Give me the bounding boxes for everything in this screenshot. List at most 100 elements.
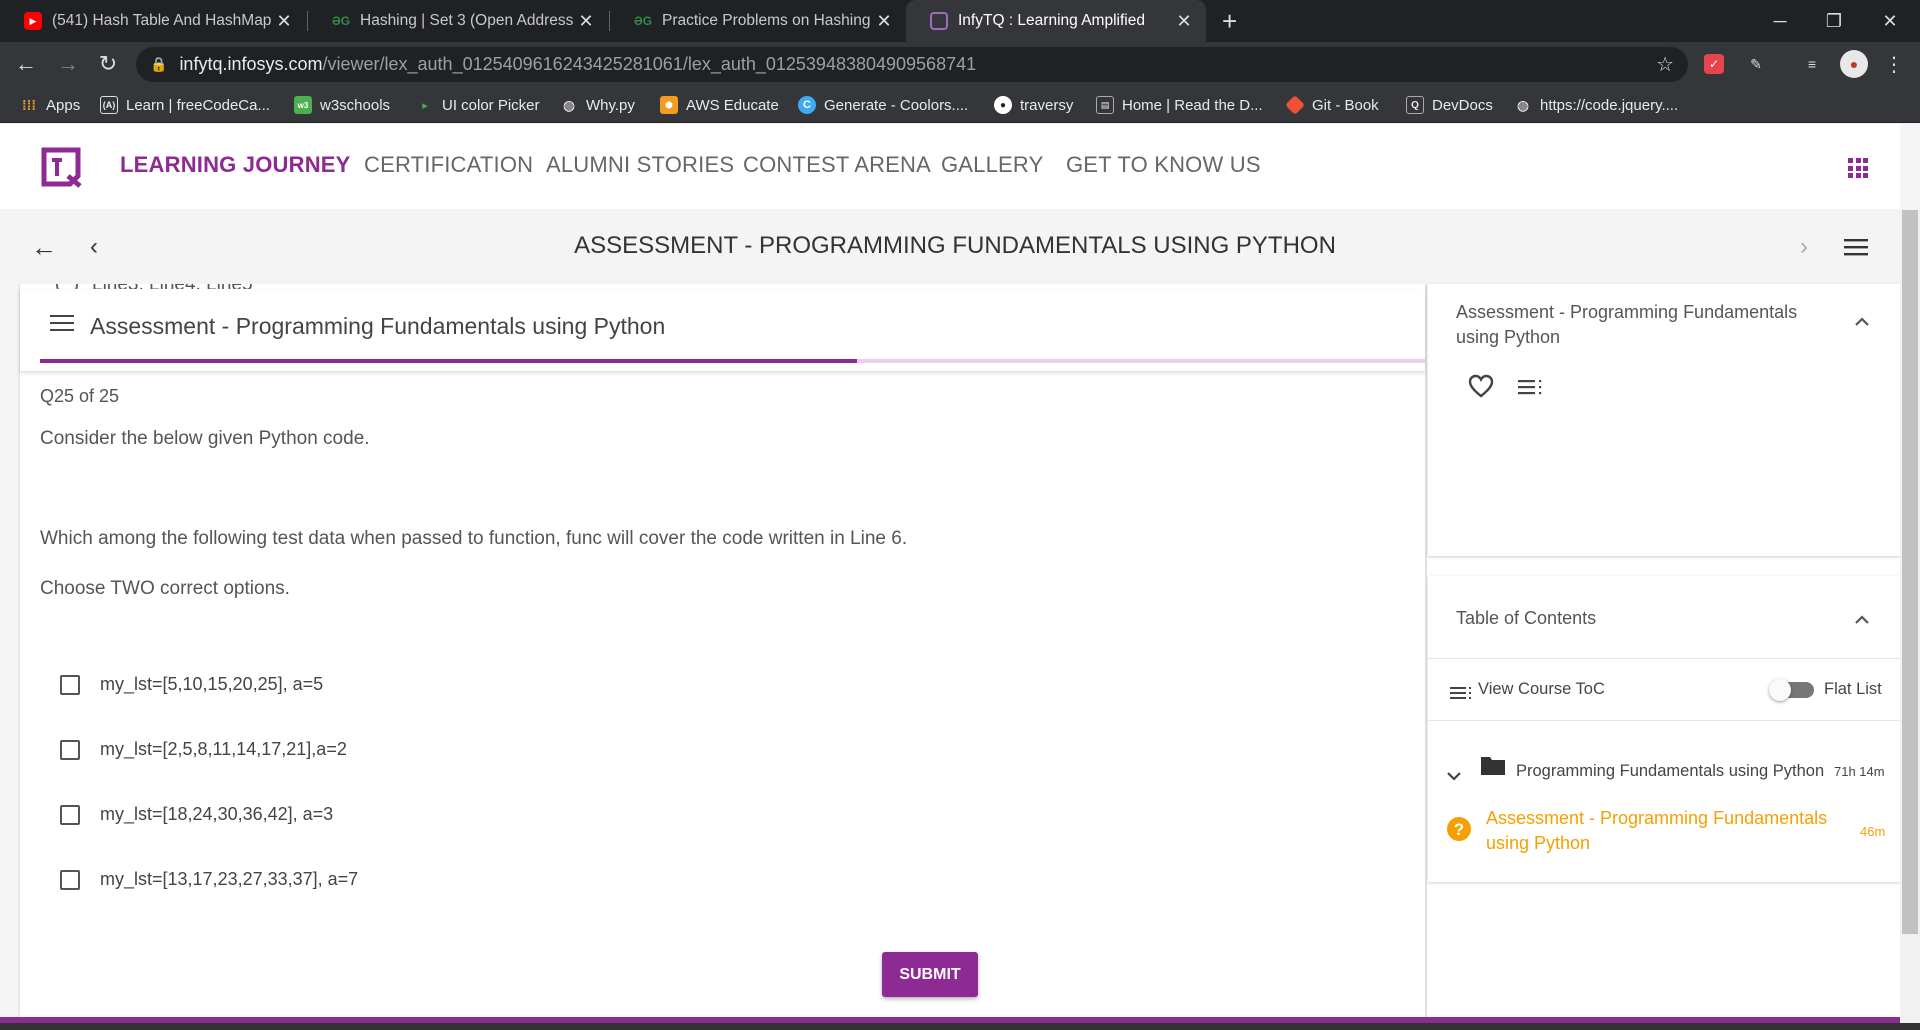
minimize-button[interactable]: ─ xyxy=(1752,0,1808,42)
pocket-extension-icon[interactable]: ✓ xyxy=(1704,54,1724,74)
tab-title: Practice Problems on Hashing - G xyxy=(662,12,872,29)
toc-item-duration: 46m xyxy=(1860,824,1886,839)
table-of-contents-card: Table of Contents View Course ToC Flat L… xyxy=(1428,576,1900,882)
quiz-menu-icon[interactable] xyxy=(50,315,74,336)
close-tab-icon[interactable]: ✕ xyxy=(272,11,296,32)
close-tab-icon[interactable]: ✕ xyxy=(872,11,896,32)
folder-icon xyxy=(1480,754,1506,782)
bookmark-star-icon[interactable]: ☆ xyxy=(1656,52,1674,77)
browser-tab[interactable]: ▶ (541) Hash Table And HashMap I ✕ xyxy=(0,0,306,42)
back-button[interactable]: ← xyxy=(10,48,42,80)
toc-folder-title[interactable]: Programming Fundamentals using Python xyxy=(1516,762,1824,781)
nav-certification[interactable]: CERTIFICATION xyxy=(364,152,533,178)
github-icon: ● xyxy=(994,96,1012,114)
toc-folder-duration: 71h 14m xyxy=(1834,764,1885,779)
close-tab-icon[interactable]: ✕ xyxy=(1172,11,1196,32)
browser-tab[interactable]: ƏG Hashing | Set 3 (Open Addressing ✕ xyxy=(308,0,608,42)
geeksforgeeks-icon: ƏG xyxy=(633,14,653,28)
page-scrollbar[interactable] xyxy=(1900,210,1920,1030)
question-text: Consider the below given Python code. xyxy=(40,428,370,449)
submit-button[interactable]: SUBMIT xyxy=(882,952,978,997)
nav-gallery[interactable]: GALLERY xyxy=(941,152,1044,178)
flat-list-toggle[interactable] xyxy=(1769,679,1814,701)
bookmark-ui-color-picker[interactable]: ▸ UI color Picker xyxy=(416,87,539,123)
site-header: LEARNING JOURNEY CERTIFICATION ALUMNI ST… xyxy=(0,124,1900,209)
view-course-toc-link[interactable]: View Course ToC xyxy=(1478,680,1605,699)
color-picker-extension-icon[interactable]: ✎ xyxy=(1744,52,1768,76)
checkbox[interactable] xyxy=(60,739,80,760)
quiz-progress-bar xyxy=(40,359,1425,363)
bookmark-freecodecamp[interactable]: (A) Learn | freeCodeCa... xyxy=(100,87,270,123)
close-window-button[interactable]: ✕ xyxy=(1862,0,1918,42)
bookmark-jquery[interactable]: ◍ https://code.jquery.... xyxy=(1514,87,1678,123)
nav-learning-journey[interactable]: LEARNING JOURNEY xyxy=(120,152,351,178)
apps-grid-icon[interactable] xyxy=(1848,158,1868,178)
page-viewport: LEARNING JOURNEY CERTIFICATION ALUMNI ST… xyxy=(0,124,1920,1030)
nav-get-to-know-us[interactable]: GET TO KNOW US xyxy=(1066,152,1261,178)
option-label: my_lst=[18,24,30,36,42], a=3 xyxy=(100,804,334,824)
globe-icon: ◍ xyxy=(562,96,576,113)
close-tab-icon[interactable]: ✕ xyxy=(574,11,598,32)
restore-button[interactable]: ❐ xyxy=(1806,0,1862,42)
scrollbar-thumb[interactable] xyxy=(1902,210,1918,934)
checkbox[interactable] xyxy=(60,869,80,890)
heart-icon[interactable] xyxy=(1468,374,1494,404)
url-host: infytq.infosys.com xyxy=(179,54,323,74)
bookmark-label: Apps xyxy=(46,96,81,114)
browser-tab-active[interactable]: InfyTQ : Learning Amplified ✕ xyxy=(906,0,1206,42)
nav-alumni-stories[interactable]: ALUMNI STORIES xyxy=(546,152,734,178)
chevron-up-icon[interactable] xyxy=(1854,310,1870,333)
address-bar[interactable]: 🔒 infytq.infosys.com/viewer/lex_auth_012… xyxy=(136,47,1688,82)
menu-icon[interactable] xyxy=(1836,227,1876,267)
bookmark-apps[interactable]: ⁞⁞⁞ Apps xyxy=(20,87,80,123)
bookmark-devdocs[interactable]: Q DevDocs xyxy=(1406,87,1493,123)
playlist-add-icon[interactable] xyxy=(1518,377,1544,403)
answer-option[interactable]: my_lst=[13,17,23,27,33,37], a=7 xyxy=(60,869,358,890)
footer-bar xyxy=(0,1023,1920,1030)
bookmark-coolors[interactable]: C Generate - Coolors.... xyxy=(798,87,968,123)
course-info-card: Assessment - Programming Fundamentals us… xyxy=(1428,284,1900,556)
bookmark-whypy[interactable]: ◍ Why.py xyxy=(560,87,635,123)
color-picker-icon: ▸ xyxy=(422,99,428,112)
browser-tab[interactable]: ƏG Practice Problems on Hashing - G ✕ xyxy=(610,0,906,42)
profile-avatar[interactable]: ● xyxy=(1840,50,1868,78)
geeksforgeeks-icon: ƏG xyxy=(331,14,351,28)
url-path: /viewer/lex_auth_01254096162434252810​61… xyxy=(322,54,977,74)
flat-list-label: Flat List xyxy=(1824,680,1882,698)
chevron-up-icon[interactable] xyxy=(1854,608,1870,631)
toc-current-item[interactable]: Assessment - Programming Fundamentals us… xyxy=(1486,806,1866,856)
course-title: Assessment - Programming Fundamentals us… xyxy=(1456,302,1798,347)
bookmark-readthedocs[interactable]: ▤ Home | Read the D... xyxy=(1096,87,1263,123)
bookmark-git-book[interactable]: Git - Book xyxy=(1285,87,1379,123)
chevron-right-icon[interactable]: › xyxy=(1784,227,1824,267)
readthedocs-icon: ▤ xyxy=(1096,96,1114,114)
answer-option[interactable]: my_lst=[18,24,30,36,42], a=3 xyxy=(60,804,333,825)
reading-list-icon[interactable]: ≡ xyxy=(1800,52,1824,76)
viewer-header: ← ‹ ASSESSMENT - PROGRAMMING FUNDAMENTAL… xyxy=(0,209,1900,284)
bookmark-label: Git - Book xyxy=(1312,96,1379,114)
infytq-logo[interactable] xyxy=(38,146,84,188)
bookmark-traversy[interactable]: ● traversy xyxy=(994,87,1073,123)
tab-title: (541) Hash Table And HashMap I xyxy=(52,12,272,29)
chrome-menu-icon[interactable]: ⋮ xyxy=(1882,52,1906,76)
answer-option[interactable]: my_lst=[5,10,15,20,25], a=5 xyxy=(60,674,323,695)
answer-option[interactable]: my_lst=[2,5,8,11,14,17,21],a=2 xyxy=(60,739,347,760)
bookmark-aws-educate[interactable]: ⬢ AWS Educate xyxy=(660,87,779,123)
quiz-header: Assessment - Programming Fundamentals us… xyxy=(20,289,1425,371)
option-label: my_lst=[5,10,15,20,25], a=5 xyxy=(100,674,324,694)
tab-title: Hashing | Set 3 (Open Addressing xyxy=(360,12,574,29)
toc-list-icon xyxy=(1450,684,1474,707)
new-tab-button[interactable]: + xyxy=(1208,0,1258,42)
forward-button[interactable]: → xyxy=(52,48,84,80)
reload-button[interactable]: ↻ xyxy=(92,48,124,80)
coolors-icon: C xyxy=(798,96,816,114)
bookmark-label: https://code.jquery.... xyxy=(1540,96,1679,114)
checkbox[interactable] xyxy=(60,804,80,825)
svg-text:?: ? xyxy=(1454,820,1464,839)
main-content: Line3, Line4, Line5 Assessment - Program… xyxy=(0,284,1426,1030)
nav-contest-arena[interactable]: CONTEST ARENA xyxy=(743,152,931,178)
bookmark-w3schools[interactable]: w3 w3schools xyxy=(294,87,390,123)
chevron-down-icon[interactable] xyxy=(1446,764,1462,787)
bookmark-label: Home | Read the D... xyxy=(1122,96,1263,114)
checkbox[interactable] xyxy=(60,674,80,695)
